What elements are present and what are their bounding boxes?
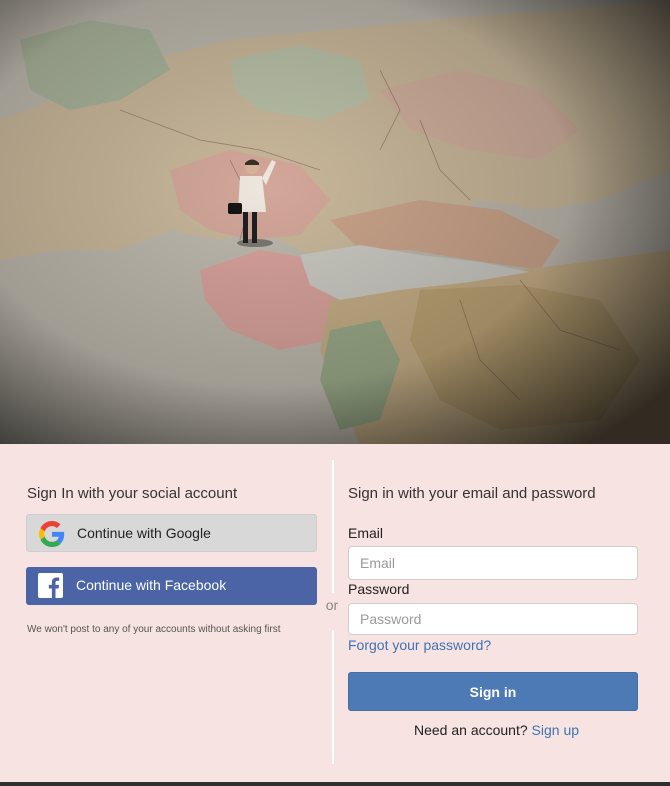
vertical-divider-bottom [332, 630, 334, 764]
email-input[interactable] [348, 546, 638, 580]
vertical-divider-top [332, 460, 334, 593]
social-disclaimer: We won't post to any of your accounts wi… [27, 624, 281, 635]
signin-button[interactable]: Sign in [348, 672, 638, 711]
password-label: Password [348, 581, 410, 597]
social-signin-heading: Sign In with your social account [27, 485, 238, 502]
email-label: Email [348, 525, 384, 541]
password-input[interactable] [348, 603, 638, 635]
facebook-button-label: Continue with Facebook [76, 577, 227, 593]
email-signin-heading: Sign in with your email and password [348, 485, 596, 502]
facebook-f-icon [38, 573, 63, 598]
signup-link[interactable]: Sign up [532, 722, 579, 738]
google-button-label: Continue with Google [77, 525, 211, 541]
need-account-row: Need an account? Sign up [414, 722, 579, 738]
need-account-text: Need an account? [414, 722, 528, 738]
hero-map-image [0, 0, 670, 444]
google-g-icon [39, 521, 65, 547]
google-signin-button[interactable]: Continue with Google [26, 514, 317, 552]
or-separator: or [325, 597, 339, 613]
forgot-password-link[interactable]: Forgot your password? [348, 637, 491, 653]
map-illustration [0, 0, 670, 444]
facebook-signin-button[interactable]: Continue with Facebook [26, 567, 317, 605]
bottom-border [0, 782, 670, 786]
